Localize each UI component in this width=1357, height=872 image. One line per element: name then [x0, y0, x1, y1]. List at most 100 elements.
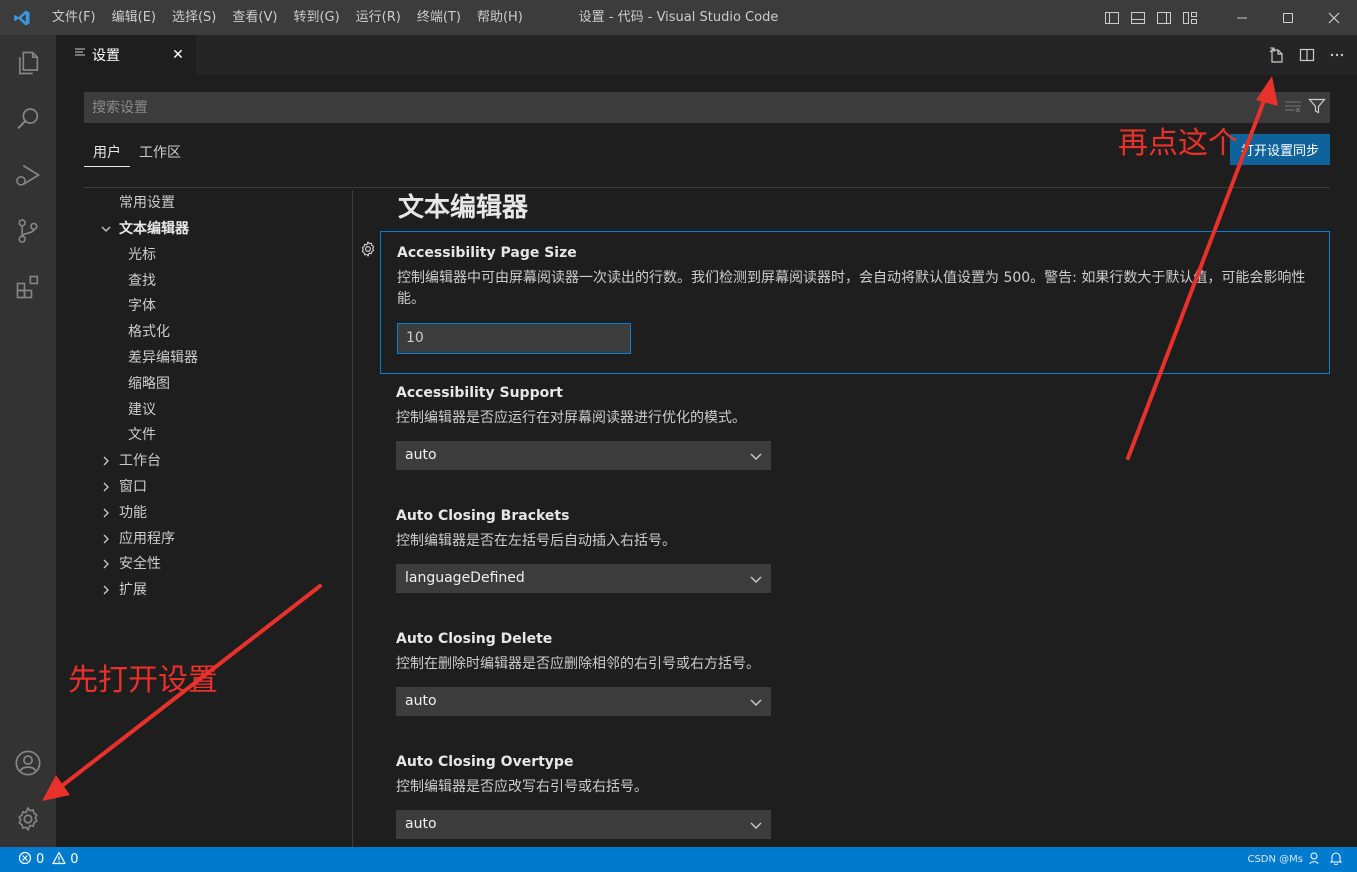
source-control-icon[interactable]: [0, 207, 56, 255]
search-icon[interactable]: [0, 95, 56, 143]
toc-item-window[interactable]: 窗口: [119, 474, 147, 500]
select-value: auto: [405, 693, 437, 709]
section-title: 文本编辑器: [398, 193, 529, 223]
setting-description: 控制编辑器是否应运行在对屏幕阅读器进行优化的模式。: [396, 410, 746, 426]
menu-go[interactable]: 转到(G): [285, 0, 347, 35]
select-value: languageDefined: [405, 570, 525, 586]
chevron-right-icon[interactable]: [99, 500, 113, 526]
maximize-icon[interactable]: [1265, 0, 1311, 35]
settings-file-icon: [74, 47, 86, 63]
tabs-bar: 设置 ✕: [56, 35, 1357, 75]
extensions-icon[interactable]: [0, 263, 56, 311]
toc-item-minimap[interactable]: 缩略图: [128, 371, 170, 397]
menu-view[interactable]: 查看(V): [224, 0, 285, 35]
setting-title: Auto Closing Delete: [396, 631, 553, 647]
tab-workspace[interactable]: 工作区: [130, 143, 190, 167]
toc-item-files[interactable]: 文件: [128, 422, 156, 448]
filter-icon[interactable]: [1308, 98, 1326, 118]
accounts-icon[interactable]: [0, 739, 56, 787]
setting-auto-closing-delete: Auto Closing Delete 控制在删除时编辑器是否应删除相邻的右引号…: [380, 631, 1330, 741]
setting-title: Auto Closing Overtype: [396, 754, 574, 770]
setting-title: Accessibility Page Size: [397, 245, 577, 261]
toc-item-features[interactable]: 功能: [119, 500, 147, 526]
watermark-text: CSDN @Ms: [1247, 854, 1303, 865]
toc-item-text-editor[interactable]: 文本编辑器: [119, 216, 189, 242]
setting-gear-icon[interactable]: [359, 240, 377, 258]
toggle-secondary-sidebar-icon[interactable]: [1151, 0, 1177, 35]
more-actions-icon[interactable]: [1325, 43, 1349, 67]
setting-title: Auto Closing Brackets: [396, 508, 570, 524]
scope-tabs: 用户 工作区: [84, 143, 190, 167]
notifications-bell-icon[interactable]: [1329, 851, 1343, 868]
chevron-right-icon[interactable]: [99, 526, 113, 552]
annotation-open-settings: 先打开设置: [68, 663, 218, 698]
vscode-logo-icon: [0, 0, 44, 35]
menu-terminal[interactable]: 终端(T): [409, 0, 469, 35]
toc-item-font[interactable]: 字体: [128, 293, 156, 319]
chevron-right-icon[interactable]: [99, 551, 113, 577]
auto-closing-brackets-select[interactable]: languageDefined: [396, 564, 771, 593]
turn-on-settings-sync-button[interactable]: 打开设置同步: [1230, 134, 1330, 165]
tab-label: 设置: [92, 48, 120, 64]
toc-item-formatting[interactable]: 格式化: [128, 319, 170, 345]
menu-file[interactable]: 文件(F): [44, 0, 104, 35]
setting-description: 控制编辑器是否应改写右引号或右括号。: [396, 779, 648, 795]
annotation-click-this: 再点这个: [1118, 126, 1238, 161]
menu-run[interactable]: 运行(R): [348, 0, 409, 35]
toc-item-diff-editor[interactable]: 差异编辑器: [128, 345, 198, 371]
menu-selection[interactable]: 选择(S): [164, 0, 224, 35]
toggle-sidebar-icon[interactable]: [1099, 0, 1125, 35]
chevron-right-icon[interactable]: [99, 448, 113, 474]
setting-description: 控制在删除时编辑器是否应删除相邻的右引号或右方括号。: [396, 656, 760, 672]
toc-item-extensions[interactable]: 扩展: [119, 577, 147, 603]
auto-closing-overtype-select[interactable]: auto: [396, 810, 771, 839]
search-input[interactable]: [84, 92, 1274, 123]
close-window-icon[interactable]: [1311, 0, 1357, 35]
setting-accessibility-support: Accessibility Support 控制编辑器是否应运行在对屏幕阅读器进…: [380, 385, 1330, 495]
toc-item-security[interactable]: 安全性: [119, 551, 161, 577]
chevron-down-icon: [749, 687, 763, 716]
run-debug-icon[interactable]: [0, 151, 56, 199]
select-value: auto: [405, 816, 437, 832]
setting-title: Accessibility Support: [396, 385, 563, 401]
toc-item-cursor[interactable]: 光标: [128, 242, 156, 268]
menu-help[interactable]: 帮助(H): [469, 0, 531, 35]
toc-item-common[interactable]: 常用设置: [119, 190, 175, 216]
error-count: 0: [36, 852, 45, 867]
minimize-icon[interactable]: [1219, 0, 1265, 35]
toc-item-find[interactable]: 查找: [128, 268, 156, 294]
menu-edit[interactable]: 编辑(E): [104, 0, 164, 35]
window-title: 设置 - 代码 - Visual Studio Code: [578, 10, 779, 25]
setting-description: 控制编辑器是否在左括号后自动插入右括号。: [396, 533, 676, 549]
accessibility-support-select[interactable]: auto: [396, 441, 771, 470]
problems-status[interactable]: 0 0: [18, 847, 79, 872]
setting-accessibility-page-size: Accessibility Page Size 控制编辑器中可由屏幕阅读器一次读…: [361, 231, 1330, 374]
manage-gear-icon[interactable]: [0, 795, 56, 843]
setting-auto-closing-overtype: Auto Closing Overtype 控制编辑器是否应改写右引号或右括号。…: [380, 754, 1330, 844]
toc-divider: [352, 190, 353, 847]
open-settings-json-icon[interactable]: [1265, 43, 1289, 67]
page-size-input[interactable]: 10: [397, 323, 631, 354]
split-editor-icon[interactable]: [1295, 43, 1319, 67]
toc-item-workbench[interactable]: 工作台: [119, 448, 161, 474]
customize-layout-icon[interactable]: [1177, 0, 1203, 35]
chevron-right-icon[interactable]: [99, 474, 113, 500]
toc-item-application[interactable]: 应用程序: [119, 526, 175, 552]
tab-close-icon[interactable]: ✕: [168, 45, 188, 65]
chevron-right-icon[interactable]: [99, 577, 113, 603]
chevron-down-icon[interactable]: [99, 216, 113, 242]
header-divider: [84, 187, 1330, 188]
setting-description: 控制编辑器中可由屏幕阅读器一次读出的行数。我们检测到屏幕阅读器时，会自动将默认值…: [397, 270, 1306, 307]
activity-bar: [0, 35, 56, 847]
toggle-panel-icon[interactable]: [1125, 0, 1151, 35]
feedback-icon[interactable]: [1309, 851, 1323, 868]
clear-filter-icon[interactable]: [1284, 99, 1302, 117]
tab-user[interactable]: 用户: [84, 143, 130, 167]
chevron-down-icon: [749, 810, 763, 839]
explorer-icon[interactable]: [0, 39, 56, 87]
auto-closing-delete-select[interactable]: auto: [396, 687, 771, 716]
toc-item-suggestions[interactable]: 建议: [128, 397, 156, 423]
error-icon: [18, 851, 32, 869]
tab-settings[interactable]: 设置 ✕: [56, 35, 196, 75]
chevron-down-icon: [749, 564, 763, 593]
